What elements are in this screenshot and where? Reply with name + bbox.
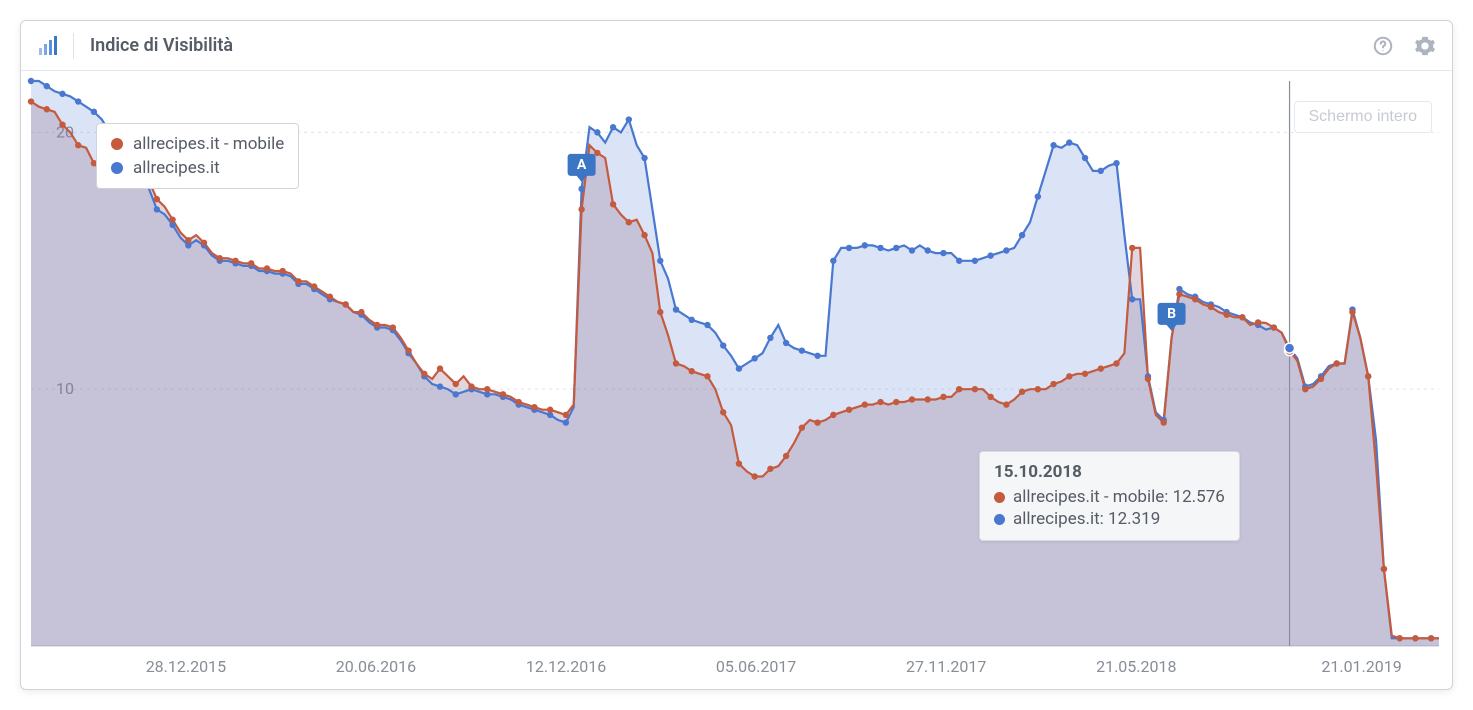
legend-item-mobile[interactable]: allrecipes.it - mobile xyxy=(111,132,284,156)
legend-label: allrecipes.it xyxy=(133,158,220,178)
legend-box[interactable]: allrecipes.it - mobile allrecipes.it xyxy=(96,123,299,189)
fullscreen-button[interactable]: Schermo intero xyxy=(1294,101,1433,133)
help-icon[interactable] xyxy=(1372,35,1394,57)
svg-text:05.06.2017: 05.06.2017 xyxy=(716,657,796,676)
svg-text:B: B xyxy=(1167,306,1176,322)
chart-card: Indice di Visibilità allrecipes.it - mob… xyxy=(20,20,1453,690)
tooltip-value: allrecipes.it: 12.319 xyxy=(1013,509,1160,529)
tooltip-dot-mobile xyxy=(994,492,1005,503)
bar-chart-icon xyxy=(37,35,59,57)
svg-text:21.05.2018: 21.05.2018 xyxy=(1096,657,1176,676)
card-title: Indice di Visibilità xyxy=(90,35,233,56)
legend-label: allrecipes.it - mobile xyxy=(133,134,284,154)
tooltip-value: allrecipes.it - mobile: 12.576 xyxy=(1013,487,1225,507)
gear-icon[interactable] xyxy=(1414,35,1436,57)
chart-plot-area[interactable]: allrecipes.it - mobile allrecipes.it Sch… xyxy=(21,71,1452,689)
svg-text:21.01.2019: 21.01.2019 xyxy=(1321,657,1401,676)
card-header: Indice di Visibilità xyxy=(21,21,1452,71)
header-separator xyxy=(73,33,74,59)
legend-dot-desktop xyxy=(111,162,123,174)
svg-text:28.12.2015: 28.12.2015 xyxy=(146,657,226,676)
legend-item-desktop[interactable]: allrecipes.it xyxy=(111,156,284,180)
svg-text:20.06.2016: 20.06.2016 xyxy=(336,657,416,676)
svg-text:A: A xyxy=(577,157,587,173)
svg-text:27.11.2017: 27.11.2017 xyxy=(906,657,986,676)
legend-dot-mobile xyxy=(111,138,123,150)
tooltip-box: 15.10.2018 allrecipes.it - mobile: 12.57… xyxy=(979,451,1240,541)
tooltip-dot-desktop xyxy=(994,514,1005,525)
tooltip-date: 15.10.2018 xyxy=(994,462,1225,482)
svg-text:12.12.2016: 12.12.2016 xyxy=(526,657,606,676)
tooltip-row-desktop: allrecipes.it: 12.319 xyxy=(994,508,1225,530)
tooltip-row-mobile: allrecipes.it - mobile: 12.576 xyxy=(994,486,1225,508)
